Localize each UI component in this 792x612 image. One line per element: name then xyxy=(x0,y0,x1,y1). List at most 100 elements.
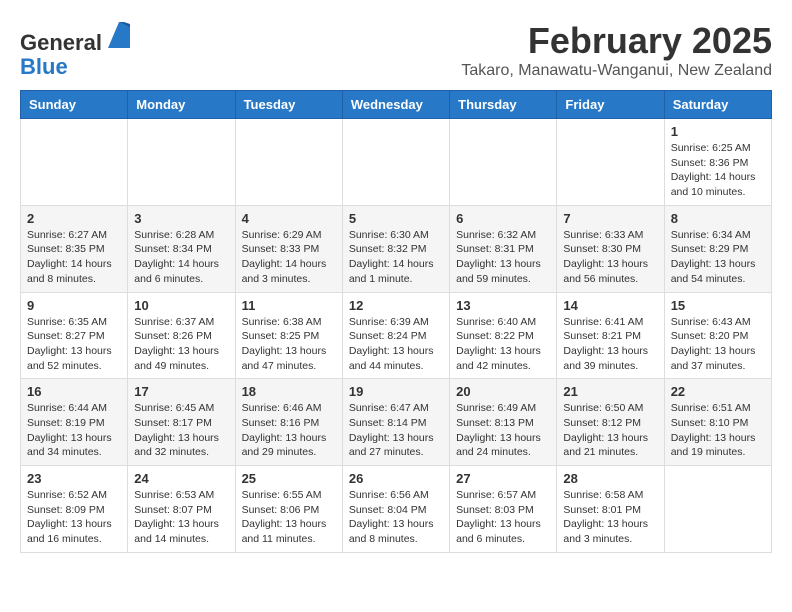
day-number: 14 xyxy=(563,298,657,313)
calendar-cell-w3-d2: 10 Sunrise: 6:37 AM Sunset: 8:26 PM Dayli… xyxy=(128,292,235,379)
calendar-cell-w2-d7: 8 Sunrise: 6:34 AM Sunset: 8:29 PM Daylig… xyxy=(664,205,771,292)
day-number: 28 xyxy=(563,471,657,486)
calendar-cell-w4-d1: 16Sunrise: 6:44 AM Sunset: 8:19 PM Dayli… xyxy=(21,379,128,466)
col-monday: Monday xyxy=(128,91,235,119)
day-info: Sunrise: 6:46 AM Sunset: 8:16 PM Dayligh… xyxy=(242,401,336,460)
calendar-week-1: 1 Sunrise: 6:25 AM Sunset: 8:36 PM Daylig… xyxy=(21,119,772,206)
day-info: Sunrise: 6:32 AM Sunset: 8:31 PM Dayligh… xyxy=(456,228,550,287)
day-info: Sunrise: 6:43 AM Sunset: 8:20 PM Dayligh… xyxy=(671,315,765,374)
calendar-cell-w1-d4 xyxy=(342,119,449,206)
day-number: 5 xyxy=(349,211,443,226)
day-info: Sunrise: 6:38 AM Sunset: 8:25 PM Dayligh… xyxy=(242,315,336,374)
day-info: Sunrise: 6:57 AM Sunset: 8:03 PM Dayligh… xyxy=(456,488,550,547)
calendar-cell-w3-d5: 13 Sunrise: 6:40 AM Sunset: 8:22 PM Dayli… xyxy=(450,292,557,379)
calendar-cell-w4-d5: 20 Sunrise: 6:49 AM Sunset: 8:13 PM Dayli… xyxy=(450,379,557,466)
day-info: Sunrise: 6:33 AM Sunset: 8:30 PM Dayligh… xyxy=(563,228,657,287)
calendar-cell-w4-d3: 18 Sunrise: 6:46 AM Sunset: 8:16 PM Dayli… xyxy=(235,379,342,466)
day-number: 23 xyxy=(27,471,121,486)
day-number: 20 xyxy=(456,384,550,399)
calendar-cell-w4-d2: 17 Sunrise: 6:45 AM Sunset: 8:17 PM Dayli… xyxy=(128,379,235,466)
day-number: 10 xyxy=(134,298,228,313)
logo-blue-text: Blue xyxy=(20,54,68,79)
day-number: 22 xyxy=(671,384,765,399)
calendar-cell-w3-d7: 15 Sunrise: 6:43 AM Sunset: 8:20 PM Dayli… xyxy=(664,292,771,379)
calendar-cell-w5-d5: 27Sunrise: 6:57 AM Sunset: 8:03 PM Dayli… xyxy=(450,466,557,553)
calendar-table: Sunday Monday Tuesday Wednesday Thursday… xyxy=(20,90,772,553)
day-number: 11 xyxy=(242,298,336,313)
day-number: 17 xyxy=(134,384,228,399)
day-info: Sunrise: 6:47 AM Sunset: 8:14 PM Dayligh… xyxy=(349,401,443,460)
day-info: Sunrise: 6:52 AM Sunset: 8:09 PM Dayligh… xyxy=(27,488,121,547)
calendar-cell-w4-d4: 19 Sunrise: 6:47 AM Sunset: 8:14 PM Dayli… xyxy=(342,379,449,466)
day-info: Sunrise: 6:37 AM Sunset: 8:26 PM Dayligh… xyxy=(134,315,228,374)
calendar-cell-w5-d6: 28Sunrise: 6:58 AM Sunset: 8:01 PM Dayli… xyxy=(557,466,664,553)
day-number: 26 xyxy=(349,471,443,486)
col-friday: Friday xyxy=(557,91,664,119)
col-wednesday: Wednesday xyxy=(342,91,449,119)
day-info: Sunrise: 6:30 AM Sunset: 8:32 PM Dayligh… xyxy=(349,228,443,287)
day-info: Sunrise: 6:29 AM Sunset: 8:33 PM Dayligh… xyxy=(242,228,336,287)
calendar-cell-w2-d5: 6 Sunrise: 6:32 AM Sunset: 8:31 PM Daylig… xyxy=(450,205,557,292)
calendar-cell-w1-d3 xyxy=(235,119,342,206)
col-thursday: Thursday xyxy=(450,91,557,119)
day-info: Sunrise: 6:27 AM Sunset: 8:35 PM Dayligh… xyxy=(27,228,121,287)
day-number: 7 xyxy=(563,211,657,226)
logo: General Blue xyxy=(20,20,134,79)
day-info: Sunrise: 6:44 AM Sunset: 8:19 PM Dayligh… xyxy=(27,401,121,460)
calendar-cell-w1-d6 xyxy=(557,119,664,206)
calendar-cell-w1-d7: 1 Sunrise: 6:25 AM Sunset: 8:36 PM Daylig… xyxy=(664,119,771,206)
calendar-cell-w3-d4: 12Sunrise: 6:39 AM Sunset: 8:24 PM Dayli… xyxy=(342,292,449,379)
calendar-cell-w3-d3: 11 Sunrise: 6:38 AM Sunset: 8:25 PM Dayli… xyxy=(235,292,342,379)
calendar-cell-w4-d7: 22 Sunrise: 6:51 AM Sunset: 8:10 PM Dayli… xyxy=(664,379,771,466)
logo-icon xyxy=(104,20,134,50)
calendar-cell-w2-d6: 7 Sunrise: 6:33 AM Sunset: 8:30 PM Daylig… xyxy=(557,205,664,292)
calendar-cell-w5-d4: 26Sunrise: 6:56 AM Sunset: 8:04 PM Dayli… xyxy=(342,466,449,553)
day-number: 3 xyxy=(134,211,228,226)
calendar-cell-w4-d6: 21Sunrise: 6:50 AM Sunset: 8:12 PM Dayli… xyxy=(557,379,664,466)
day-info: Sunrise: 6:55 AM Sunset: 8:06 PM Dayligh… xyxy=(242,488,336,547)
col-tuesday: Tuesday xyxy=(235,91,342,119)
day-info: Sunrise: 6:53 AM Sunset: 8:07 PM Dayligh… xyxy=(134,488,228,547)
day-number: 24 xyxy=(134,471,228,486)
day-info: Sunrise: 6:51 AM Sunset: 8:10 PM Dayligh… xyxy=(671,401,765,460)
calendar-header-row: Sunday Monday Tuesday Wednesday Thursday… xyxy=(21,91,772,119)
calendar-cell-w3-d6: 14 Sunrise: 6:41 AM Sunset: 8:21 PM Dayli… xyxy=(557,292,664,379)
calendar-cell-w5-d3: 25Sunrise: 6:55 AM Sunset: 8:06 PM Dayli… xyxy=(235,466,342,553)
calendar-cell-w5-d2: 24 Sunrise: 6:53 AM Sunset: 8:07 PM Dayli… xyxy=(128,466,235,553)
day-info: Sunrise: 6:34 AM Sunset: 8:29 PM Dayligh… xyxy=(671,228,765,287)
calendar-cell-w3-d1: 9 Sunrise: 6:35 AM Sunset: 8:27 PM Daylig… xyxy=(21,292,128,379)
day-info: Sunrise: 6:39 AM Sunset: 8:24 PM Dayligh… xyxy=(349,315,443,374)
day-info: Sunrise: 6:49 AM Sunset: 8:13 PM Dayligh… xyxy=(456,401,550,460)
page-header: General Blue February 2025 Takaro, Manaw… xyxy=(20,20,772,80)
calendar-week-4: 16Sunrise: 6:44 AM Sunset: 8:19 PM Dayli… xyxy=(21,379,772,466)
calendar-cell-w1-d5 xyxy=(450,119,557,206)
day-number: 8 xyxy=(671,211,765,226)
calendar-cell-w2-d3: 4Sunrise: 6:29 AM Sunset: 8:33 PM Daylig… xyxy=(235,205,342,292)
day-info: Sunrise: 6:35 AM Sunset: 8:27 PM Dayligh… xyxy=(27,315,121,374)
calendar-week-5: 23 Sunrise: 6:52 AM Sunset: 8:09 PM Dayli… xyxy=(21,466,772,553)
calendar-week-2: 2 Sunrise: 6:27 AM Sunset: 8:35 PM Daylig… xyxy=(21,205,772,292)
logo-general-text: General xyxy=(20,30,102,55)
location-title: Takaro, Manawatu-Wanganui, New Zealand xyxy=(461,62,772,80)
day-info: Sunrise: 6:50 AM Sunset: 8:12 PM Dayligh… xyxy=(563,401,657,460)
day-number: 9 xyxy=(27,298,121,313)
day-info: Sunrise: 6:40 AM Sunset: 8:22 PM Dayligh… xyxy=(456,315,550,374)
calendar-cell-w5-d7 xyxy=(664,466,771,553)
day-number: 6 xyxy=(456,211,550,226)
day-number: 1 xyxy=(671,124,765,139)
day-number: 13 xyxy=(456,298,550,313)
day-info: Sunrise: 6:25 AM Sunset: 8:36 PM Dayligh… xyxy=(671,141,765,200)
day-info: Sunrise: 6:45 AM Sunset: 8:17 PM Dayligh… xyxy=(134,401,228,460)
day-number: 2 xyxy=(27,211,121,226)
col-sunday: Sunday xyxy=(21,91,128,119)
month-title: February 2025 xyxy=(461,20,772,62)
calendar-cell-w5-d1: 23 Sunrise: 6:52 AM Sunset: 8:09 PM Dayli… xyxy=(21,466,128,553)
day-info: Sunrise: 6:41 AM Sunset: 8:21 PM Dayligh… xyxy=(563,315,657,374)
col-saturday: Saturday xyxy=(664,91,771,119)
day-number: 15 xyxy=(671,298,765,313)
calendar-cell-w2-d1: 2 Sunrise: 6:27 AM Sunset: 8:35 PM Daylig… xyxy=(21,205,128,292)
day-number: 19 xyxy=(349,384,443,399)
calendar-week-3: 9 Sunrise: 6:35 AM Sunset: 8:27 PM Daylig… xyxy=(21,292,772,379)
day-number: 18 xyxy=(242,384,336,399)
day-info: Sunrise: 6:28 AM Sunset: 8:34 PM Dayligh… xyxy=(134,228,228,287)
